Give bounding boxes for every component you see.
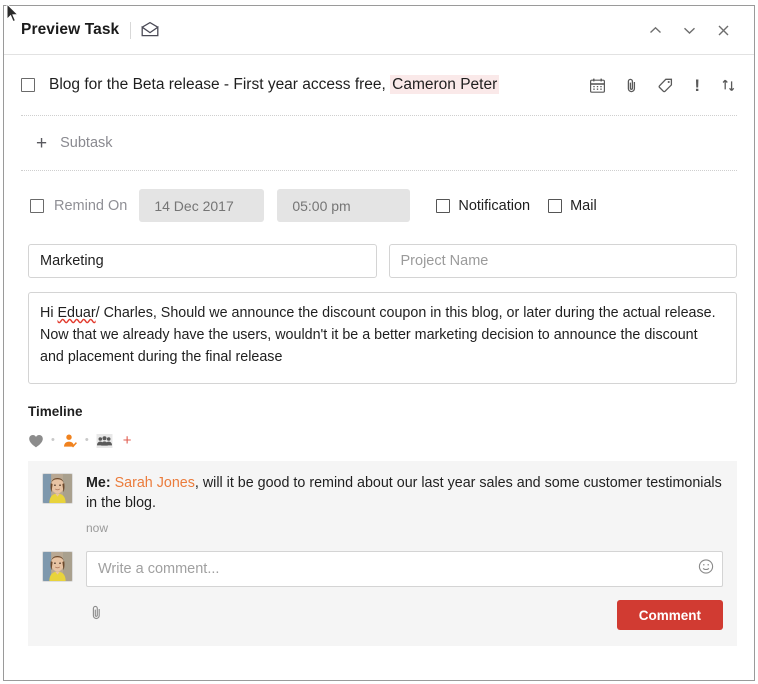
description-prefix: Hi: [40, 305, 58, 322]
task-title-mention: Cameron Peter: [390, 75, 500, 94]
close-icon[interactable]: [706, 13, 740, 47]
avatar: [42, 551, 73, 583]
recurrence-icon[interactable]: [720, 77, 737, 94]
group-name-input[interactable]: [28, 244, 377, 279]
timeline-heading: Timeline: [28, 403, 83, 419]
paperclip-icon[interactable]: [89, 604, 104, 626]
comment-input[interactable]: [86, 551, 723, 588]
heart-icon[interactable]: [28, 433, 44, 449]
remind-on-label: Remind On: [54, 197, 128, 214]
reminder-channels: Notification Mail: [436, 198, 614, 214]
comment-timestamp: now: [86, 521, 109, 536]
preview-task-window: Preview Task Blog for the Beta release -…: [3, 5, 755, 681]
reminder-row: Remind On 14 Dec 2017 05:00 pm Notificat…: [4, 171, 754, 238]
avatar: [42, 472, 73, 504]
compose-actions: Comment: [86, 600, 723, 631]
comment-mention[interactable]: Sarah Jones: [115, 475, 195, 491]
group-project-row: [4, 238, 754, 279]
priority-icon[interactable]: !: [691, 77, 703, 94]
assignee-icon[interactable]: [62, 433, 78, 449]
comment-compose: Comment: [42, 551, 723, 631]
team-icon[interactable]: [96, 433, 113, 449]
task-complete-checkbox[interactable]: [21, 78, 35, 93]
task-detail-body: Blog for the Beta release - First year a…: [4, 55, 754, 680]
description-rest: / Charles, Should we announce the discou…: [40, 305, 716, 366]
chevron-down-icon[interactable]: [672, 13, 706, 47]
project-name-input[interactable]: [388, 244, 737, 279]
timeline-reactions: • • +: [4, 419, 754, 461]
page-title: Preview Task: [21, 21, 120, 38]
plus-icon: +: [36, 132, 48, 154]
notification-label: Notification: [458, 197, 531, 214]
submit-comment-button[interactable]: Comment: [616, 600, 723, 631]
compose-main: Comment: [86, 551, 723, 631]
chevron-up-icon[interactable]: [638, 13, 672, 47]
task-action-icons: !: [589, 77, 737, 94]
task-title-row: Blog for the Beta release - First year a…: [4, 55, 754, 115]
reaction-separator-2: •: [84, 434, 89, 447]
window-titlebar: Preview Task: [4, 6, 754, 55]
task-title-text: Blog for the Beta release - First year a…: [49, 76, 386, 93]
reminder-time-field[interactable]: 05:00 pm: [277, 189, 411, 223]
description-textarea[interactable]: Hi Eduar/ Charles, Should we announce th…: [28, 292, 737, 384]
comment-item: Me: Sarah Jones, will it be good to remi…: [42, 472, 723, 535]
add-reaction-button[interactable]: +: [123, 433, 132, 448]
add-subtask-label: Subtask: [60, 135, 113, 152]
comment-body: Me: Sarah Jones, will it be good to remi…: [86, 473, 723, 535]
mail-checkbox[interactable]: [548, 198, 563, 213]
add-subtask-row[interactable]: + Subtask: [4, 116, 754, 170]
mail-label: Mail: [570, 197, 597, 214]
smiley-icon[interactable]: [698, 559, 714, 580]
misspelled-word: Eduar: [57, 305, 96, 322]
remind-on-checkbox[interactable]: [30, 198, 44, 213]
description-wrap: Hi Eduar/ Charles, Should we announce th…: [4, 278, 754, 384]
comment-panel: Me: Sarah Jones, will it be good to remi…: [28, 460, 737, 647]
comment-text: Me: Sarah Jones, will it be good to remi…: [86, 473, 723, 514]
task-title[interactable]: Blog for the Beta release - First year a…: [49, 75, 500, 95]
reminder-date-field[interactable]: 14 Dec 2017: [139, 189, 265, 223]
reaction-separator: •: [51, 434, 55, 447]
title-divider: [130, 21, 132, 39]
attachment-icon[interactable]: [623, 77, 640, 94]
tag-icon[interactable]: [657, 77, 674, 94]
comment-author: Me:: [86, 474, 111, 491]
compose-input-wrap: [86, 551, 723, 588]
envelope-icon[interactable]: [140, 20, 160, 40]
calendar-icon[interactable]: [589, 77, 606, 94]
notification-checkbox[interactable]: [436, 198, 451, 213]
